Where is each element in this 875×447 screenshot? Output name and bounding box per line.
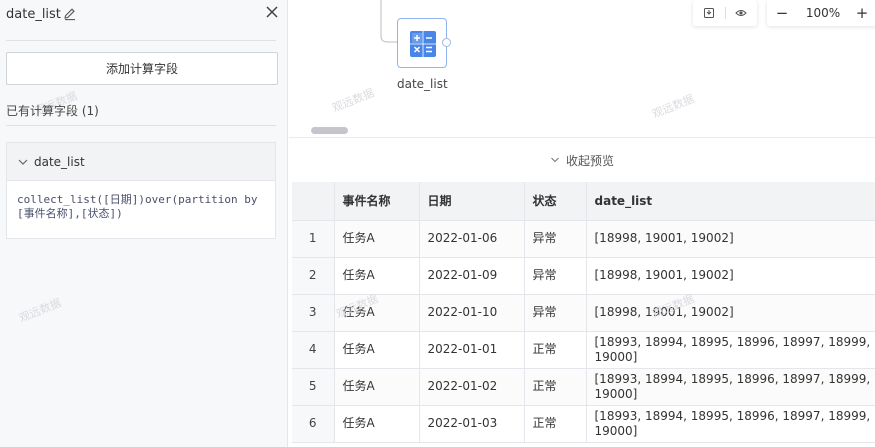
table-cell: [18998, 19001, 19002] [586, 220, 875, 258]
add-calculated-field-button[interactable]: 添加计算字段 [6, 52, 278, 85]
table-header-row: 事件名称 日期 状态 date_list [292, 182, 875, 221]
row-index: 6 [292, 405, 335, 443]
watermark-text: 观远数据 [650, 92, 697, 121]
table-cell: 任务A [334, 331, 420, 369]
calculator-icon [410, 31, 436, 57]
column-header[interactable]: 事件名称 [334, 182, 420, 221]
row-index: 3 [292, 294, 335, 332]
table-cell: 异常 [524, 220, 587, 258]
connection-line [380, 0, 409, 49]
table-row: 5 任务A 2022-01-02 正常 [18993, 18994, 18995… [292, 368, 875, 406]
calculation-node[interactable] [397, 18, 447, 68]
divider [6, 40, 276, 41]
watermark-text: 观远数据 [330, 86, 377, 115]
table-cell: 任务A [334, 294, 420, 332]
zoom-in-button[interactable]: + [849, 4, 875, 22]
table-cell: [18993, 18994, 18995, 18996, 18997, 1899… [586, 368, 875, 406]
table-cell: 2022-01-03 [419, 405, 525, 443]
table-cell: [18993, 18994, 18995, 18996, 18997, 1899… [586, 331, 875, 369]
edit-pencil-icon[interactable] [63, 7, 77, 21]
table-cell: 正常 [524, 405, 587, 443]
field-card-header[interactable]: date_list [7, 143, 275, 181]
table-row: 2 任务A 2022-01-09 异常 [18998, 19001, 19002… [292, 257, 875, 295]
table-cell: [18998, 19001, 19002] [586, 257, 875, 295]
calculated-field-panel: date_list 添加计算字段 观远数据 已有计算字段 (1) date_li… [0, 0, 288, 447]
field-formula[interactable]: collect_list([日期])over(partition by [事件名… [7, 181, 275, 233]
table-cell: 正常 [524, 368, 587, 406]
table-cell: [18998, 19001, 19002] [586, 294, 875, 332]
data-preview: 收起预览 事件名称 日期 状态 date_list 1 任务A 2022-01-… [289, 137, 875, 447]
export-icon[interactable] [693, 0, 725, 26]
chevron-down-icon [551, 157, 559, 163]
column-header[interactable]: 状态 [524, 182, 587, 221]
zoom-control: − 100% + [767, 0, 875, 26]
table-cell: 2022-01-10 [419, 294, 525, 332]
table-cell: 任务A [334, 220, 420, 258]
table-cell: [18993, 18994, 18995, 18996, 18997, 1899… [586, 405, 875, 443]
preview-table: 事件名称 日期 状态 date_list 1 任务A 2022-01-06 异常… [292, 182, 875, 443]
table-cell: 任务A [334, 405, 420, 443]
flow-canvas[interactable]: date_list 观远数据 观远数据 − 100% + [289, 0, 875, 134]
row-index: 1 [292, 220, 335, 258]
table-row: 1 任务A 2022-01-06 异常 [18998, 19001, 19002… [292, 220, 875, 258]
column-header[interactable]: 日期 [419, 182, 525, 221]
table-cell: 任务A [334, 257, 420, 295]
zoom-level: 100% [805, 6, 841, 20]
divider [6, 125, 276, 126]
table-cell: 2022-01-02 [419, 368, 525, 406]
collapse-preview-label: 收起预览 [565, 153, 614, 168]
chevron-down-icon [18, 159, 28, 165]
column-header[interactable]: date_list [586, 182, 875, 221]
canvas-toolbar [693, 0, 757, 26]
node-output-port[interactable] [442, 38, 451, 47]
table-cell: 任务A [334, 368, 420, 406]
column-header-index [292, 182, 335, 221]
existing-fields-label: 已有计算字段 (1) [6, 104, 99, 118]
collapse-preview-button[interactable]: 收起预览 [289, 138, 875, 182]
close-icon[interactable] [264, 4, 280, 20]
table-row: 3 任务A 2022-01-10 异常 [18998, 19001, 19002… [292, 294, 875, 332]
calculated-field-card: date_list collect_list([日期])over(partiti… [6, 142, 276, 239]
row-index: 2 [292, 257, 335, 295]
watermark-text: 观远数据 [17, 296, 64, 325]
table-cell: 2022-01-09 [419, 257, 525, 295]
table-cell: 2022-01-06 [419, 220, 525, 258]
row-index: 4 [292, 331, 335, 369]
horizontal-scrollbar[interactable] [311, 127, 348, 134]
eye-icon[interactable] [725, 0, 757, 26]
table-cell: 正常 [524, 331, 587, 369]
field-name: date_list [34, 154, 85, 169]
row-index: 5 [292, 368, 335, 406]
table-row: 6 任务A 2022-01-03 正常 [18993, 18994, 18995… [292, 405, 875, 443]
table-row: 4 任务A 2022-01-01 正常 [18993, 18994, 18995… [292, 331, 875, 369]
table-cell: 2022-01-01 [419, 331, 525, 369]
zoom-out-button[interactable]: − [767, 4, 797, 22]
node-label: date_list [397, 77, 448, 91]
table-cell: 异常 [524, 294, 587, 332]
panel-title: date_list [6, 7, 61, 22]
table-cell: 异常 [524, 257, 587, 295]
panel-header: date_list [0, 0, 288, 34]
